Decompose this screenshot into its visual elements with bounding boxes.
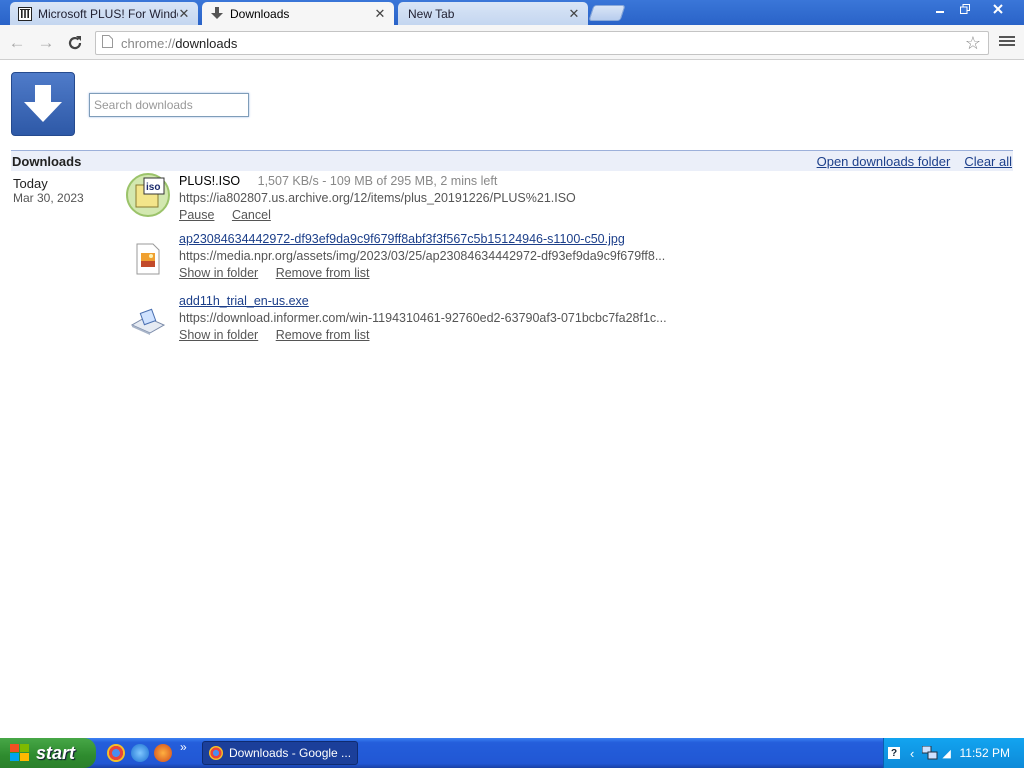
remove-from-list-link[interactable]: Remove from list bbox=[276, 328, 370, 342]
tab-downloads[interactable]: Downloads ✕ bbox=[202, 2, 394, 25]
close-icon[interactable]: ✕ bbox=[178, 6, 190, 22]
chrome-icon bbox=[209, 746, 223, 760]
download-name[interactable]: add11h_trial_en-us.exe bbox=[179, 294, 309, 308]
download-icon bbox=[210, 7, 224, 21]
tab-label: Microsoft PLUS! For Window bbox=[38, 6, 178, 21]
system-tray: ? ‹ ◢ 11:52 PM bbox=[883, 738, 1024, 768]
date-group: Today Mar 30, 2023 bbox=[13, 176, 84, 206]
chevron-right-icon[interactable]: » bbox=[180, 740, 187, 754]
download-url: https://download.informer.com/win-119431… bbox=[179, 311, 667, 325]
downloads-page: Downloads Open downloads folder Clear al… bbox=[0, 61, 1024, 738]
iso-file-icon: iso bbox=[126, 173, 170, 217]
page-icon bbox=[102, 35, 113, 51]
forward-arrow-icon[interactable]: → bbox=[36, 33, 56, 53]
downloads-logo-icon bbox=[11, 72, 75, 136]
pause-link[interactable]: Pause bbox=[179, 208, 214, 222]
taskbar-item-label: Downloads - Google ... bbox=[229, 746, 352, 760]
chevron-left-icon[interactable]: ‹ bbox=[910, 746, 914, 761]
browser-toolbar: ← → chrome://downloads ☆ bbox=[0, 25, 1024, 60]
network-icon[interactable] bbox=[922, 746, 938, 760]
search-input[interactable] bbox=[89, 93, 249, 117]
tab-new-tab[interactable]: New Tab ✕ bbox=[398, 2, 588, 25]
close-icon[interactable]: ✕ bbox=[374, 6, 386, 22]
start-label: start bbox=[36, 742, 76, 763]
svg-text:iso: iso bbox=[146, 182, 160, 193]
show-in-folder-link[interactable]: Show in folder bbox=[179, 266, 258, 280]
image-file-icon bbox=[126, 237, 170, 281]
date-label: Mar 30, 2023 bbox=[13, 191, 84, 205]
open-downloads-folder-link[interactable]: Open downloads folder bbox=[817, 154, 951, 169]
new-tab-button[interactable] bbox=[588, 5, 626, 21]
bookmark-star-icon[interactable]: ☆ bbox=[965, 33, 981, 54]
taskbar: start » Downloads - Google ... ? ‹ ◢ 11:… bbox=[0, 738, 1024, 768]
tab-microsoft-plus[interactable]: Microsoft PLUS! For Window ✕ bbox=[10, 2, 198, 25]
close-window-icon[interactable] bbox=[979, 1, 1017, 17]
download-status: 1,507 KB/s - 109 MB of 295 MB, 2 mins le… bbox=[257, 174, 498, 188]
address-bar[interactable]: chrome://downloads ☆ bbox=[95, 31, 989, 55]
taskbar-item-downloads[interactable]: Downloads - Google ... bbox=[202, 741, 358, 765]
back-arrow-icon[interactable]: ← bbox=[7, 33, 27, 53]
internet-explorer-icon[interactable] bbox=[131, 744, 149, 762]
download-url: https://media.npr.org/assets/img/2023/03… bbox=[179, 249, 666, 263]
tab-label: Downloads bbox=[230, 6, 290, 21]
show-in-folder-link[interactable]: Show in folder bbox=[179, 328, 258, 342]
download-url: https://ia802807.us.archive.org/12/items… bbox=[179, 191, 576, 205]
remove-from-list-link[interactable]: Remove from list bbox=[276, 266, 370, 280]
download-name: PLUS!.ISO bbox=[179, 174, 241, 188]
url-host: downloads bbox=[175, 35, 238, 51]
download-name[interactable]: ap23084634442972-df93ef9da9c9f679ff8abf3… bbox=[179, 232, 625, 246]
menu-icon[interactable] bbox=[999, 34, 1015, 50]
archive-icon bbox=[18, 6, 32, 21]
restore-icon[interactable] bbox=[954, 1, 975, 17]
tab-strip: Microsoft PLUS! For Window ✕ Downloads ✕… bbox=[0, 0, 1024, 25]
help-icon[interactable]: ? bbox=[888, 747, 900, 759]
windows-logo-icon bbox=[10, 744, 30, 762]
firefox-icon[interactable] bbox=[154, 744, 172, 762]
minimize-icon[interactable] bbox=[929, 1, 950, 17]
date-today: Today bbox=[13, 176, 48, 191]
close-icon[interactable]: ✕ bbox=[568, 6, 580, 22]
chrome-icon[interactable] bbox=[107, 744, 125, 762]
start-button[interactable]: start bbox=[0, 738, 96, 768]
cancel-link[interactable]: Cancel bbox=[232, 208, 271, 222]
downloads-header: Downloads Open downloads folder Clear al… bbox=[11, 150, 1013, 171]
reload-icon[interactable] bbox=[65, 33, 85, 53]
tab-label: New Tab bbox=[408, 6, 455, 21]
url-scheme: chrome:// bbox=[121, 35, 176, 51]
volume-icon[interactable]: ◢ bbox=[942, 747, 950, 760]
page-title: Downloads bbox=[12, 153, 82, 169]
clock: 11:52 PM bbox=[959, 746, 1010, 760]
clear-all-link[interactable]: Clear all bbox=[964, 154, 1012, 169]
exe-file-icon bbox=[126, 299, 170, 343]
